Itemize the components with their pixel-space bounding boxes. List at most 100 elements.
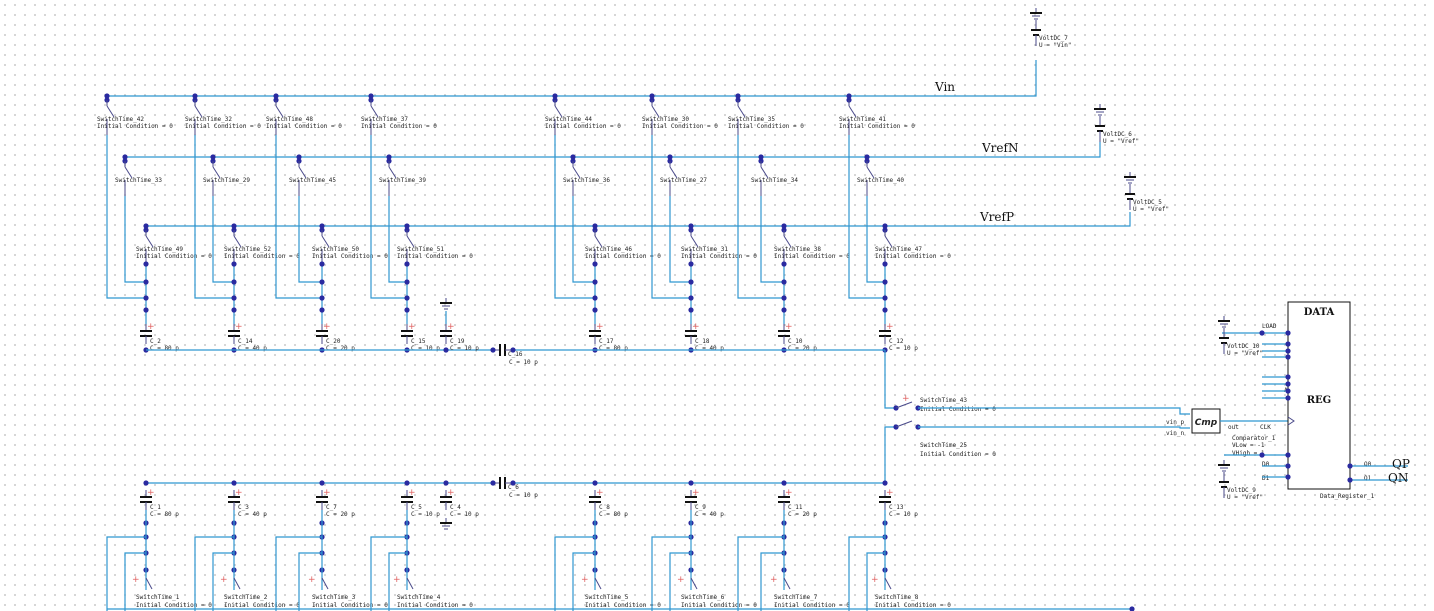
register-name-label: Data_Register_1 [1320,493,1375,500]
switch-name-label: SwitchTime_40 [857,177,904,184]
bottom-switch-initial-condition-label: Initial Condition = 0 [774,602,850,609]
switch-initial-condition-label: Initial Condition = 0 [681,253,757,260]
top-switch-to-cap-wire [388,196,407,283]
dc-source-name-label: VoltDC_10 [1227,343,1260,350]
sample-switch-top-label: SwitchTime_43 [920,397,967,404]
bottom-capacitor-name-label: C_5 [411,504,422,511]
switch-name-label: SwitchTime_36 [563,177,610,184]
bottom-switch-initial-condition-label: Initial Condition = 0 [585,602,661,609]
top-dummy-capacitor-value-label: C = 10 p [450,345,479,352]
cap-node-junction [404,279,410,285]
switch-junction [319,261,325,267]
switch-junction [781,261,787,267]
register-pin-q1: Q1 [1364,475,1372,482]
polarity-plus-mark: + [132,575,140,585]
register-input-junction [1259,330,1265,336]
dc-source-value-label: U = "Vref" [1227,350,1263,357]
vin-rail [107,60,1037,97]
register-pin-clk: CLK [1260,424,1271,431]
top-capacitor-value-label: C = 20 p [326,345,355,352]
bottom-capacitor-name-label: C_11 [788,504,803,511]
comparator-vlow-label: VLow = -1 [1232,442,1265,449]
polarity-plus-mark: + [147,322,155,332]
bus-junction [443,480,449,486]
comparator-pin-out: out [1228,424,1239,431]
switch-initial-condition-label: Initial Condition = 0 [875,253,951,260]
register-pin-dot [1285,348,1291,354]
register-pin-load: LOAD [1262,323,1277,330]
cap-node-junction [781,307,787,313]
polarity-plus-mark: + [692,322,700,332]
bottom-capacitor-value-label: C = 20 p [326,511,355,518]
switch-initial-condition-label: Initial Condition = 0 [312,253,388,260]
switch-initial-condition-label: Initial Condition = 0 [545,123,621,130]
top-capacitor-name-label: C_15 [411,338,426,345]
register-pin-dot [1285,354,1291,360]
bus-junction [404,480,410,486]
top-capacitor-value-label: C = 10 p [411,345,440,352]
cap-node-junction [404,307,410,313]
bridge-junction [490,347,496,353]
register-pin-q0: Q0 [1364,461,1372,468]
switch-initial-condition-label: Initial Condition = 0 [397,253,473,260]
cap-node-junction [404,295,410,301]
bottom-switch-name-label: SwitchTime_5 [585,594,629,601]
bottom-capacitor-name-label: C_9 [695,504,706,511]
bottom-capacitor-value-label: C = 20 p [788,511,817,518]
net-label-vrefn: VrefN [981,141,1018,155]
switch-name-label: SwitchTime_37 [361,116,408,123]
switch-junction [231,261,237,267]
comparator-pin-vinn: vin_n [1166,430,1184,437]
top-switch-to-cap-wire [760,196,784,283]
cap-node-junction [592,279,598,285]
polarity-plus-mark: + [886,488,894,498]
dc-source-name-label: VoltDC_5 [1133,199,1162,206]
bottom-switch-initial-condition-label: Initial Condition = 0 [312,602,388,609]
top-switch-to-cap-wire [212,196,234,283]
top-sample-wire [884,350,896,409]
polarity-plus-mark: + [323,488,331,498]
cap-node-junction [319,295,325,301]
schematic-drawing: VinVrefNVrefPVoltDC_7U = "Vin"VoltDC_6U … [97,8,1410,611]
cap-node-junction [688,307,694,313]
cap-node-junction [319,307,325,313]
register-pin-dot [1285,381,1291,387]
top-dummy-capacitor-name-label: C_19 [450,338,465,345]
bottom-capacitor-name-label: C_1 [150,504,161,511]
polarity-plus-mark: + [235,488,243,498]
register-input-junction [1259,452,1265,458]
sample-switch-bottom-ic: Initial Condition = 0 [920,451,996,458]
top-capacitor-value-label: C = 80 p [599,345,628,352]
switch-blade [884,577,892,590]
register-pin-dot [1347,463,1353,469]
bottom-capacitor-name-label: C_8 [599,504,610,511]
switch-name-label: SwitchTime_35 [728,116,775,123]
bottom-capacitor-name-label: C_7 [326,504,337,511]
switch-name-label: SwitchTime_31 [681,246,728,253]
top-switch-to-cap-wire [124,196,146,283]
bottom-dummy-capacitor-value-label: C = 10 p [450,511,479,518]
polarity-plus-mark: + [447,488,455,498]
bottom-switch-initial-condition-label: Initial Condition = 0 [397,602,473,609]
cap-node-junction [592,307,598,313]
cap-node-junction [319,279,325,285]
switch-name-label: SwitchTime_33 [115,177,162,184]
cmp-vinn-wire [918,426,1190,429]
switch-name-label: SwitchTime_34 [751,177,798,184]
switch-name-label: SwitchTime_39 [379,177,426,184]
polarity-plus-mark: + [235,322,243,332]
bus-junction [443,347,449,353]
switch-blade [690,577,698,590]
cap-node-junction [781,279,787,285]
bottom-capacitor-value-label: C = 80 p [150,511,179,518]
switch-name-label: SwitchTime_47 [875,246,922,253]
bottom-switch-name-label: SwitchTime_1 [136,594,180,601]
switch-blade [895,420,913,428]
switch-blade [321,577,329,590]
bus-junction [688,480,694,486]
bottom-sample-wire [884,426,896,483]
register-pin-dot [1285,330,1291,336]
switch-junction [592,261,598,267]
register-pin-dot [1285,474,1291,480]
switch-initial-condition-label: Initial Condition = 0 [224,253,300,260]
